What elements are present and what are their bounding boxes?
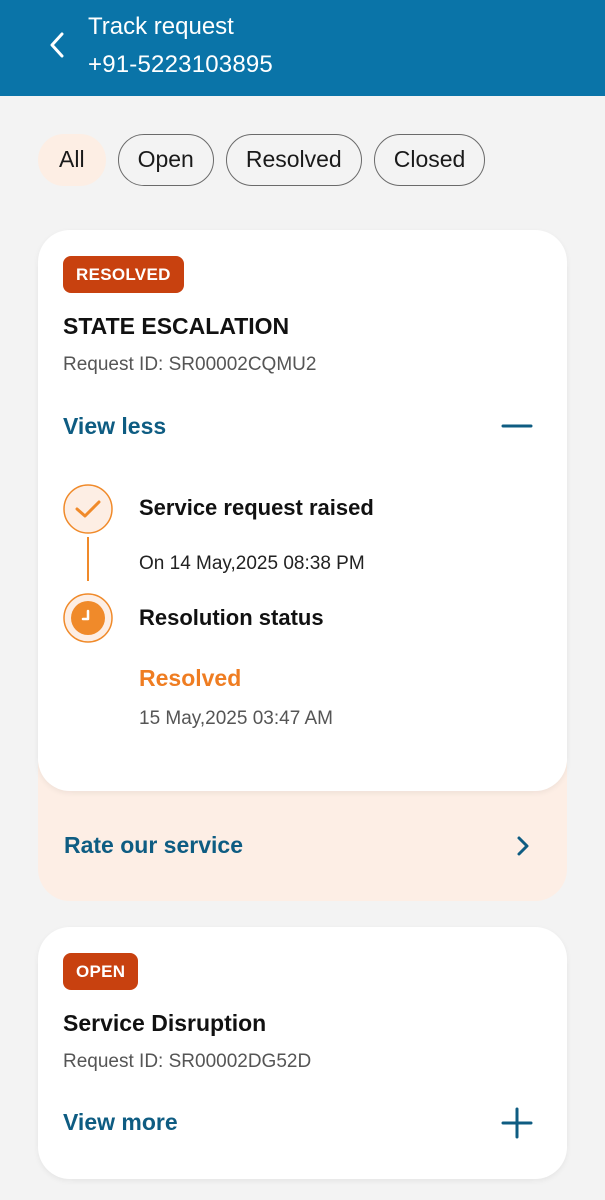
view-less-button[interactable]: View less <box>63 413 166 440</box>
resolution-date: 15 May,2025 03:47 AM <box>139 708 333 729</box>
chevron-right-icon <box>517 836 529 856</box>
clock-icon <box>63 593 113 643</box>
request-title: Service Disruption <box>63 1010 267 1036</box>
phone-number: +91-5223103895 <box>88 51 273 78</box>
back-button[interactable] <box>40 28 74 62</box>
request-title: STATE ESCALATION <box>63 313 290 339</box>
request-id: Request ID: SR00002DG52D <box>63 1051 312 1072</box>
check-circle-icon <box>63 484 113 534</box>
request-card: OPEN Service Disruption Request ID: SR00… <box>38 927 567 1179</box>
filter-chip-closed[interactable]: Closed <box>373 134 486 186</box>
filter-chip-open[interactable]: Open <box>117 134 214 186</box>
plus-icon[interactable] <box>501 1107 533 1139</box>
timeline-connector <box>87 537 89 581</box>
timeline-raised-date: On 14 May,2025 08:38 PM <box>139 553 365 574</box>
timeline-resolution-title: Resolution status <box>139 605 324 630</box>
page-title: Track request <box>88 13 234 40</box>
timeline-raised-title: Service request raised <box>139 495 374 520</box>
status-badge: RESOLVED <box>63 256 184 293</box>
view-more-button[interactable]: View more <box>63 1109 178 1136</box>
rate-service-label: Rate our service <box>64 832 243 858</box>
status-badge: OPEN <box>63 953 139 990</box>
resolution-status: Resolved <box>139 665 242 691</box>
minus-icon[interactable] <box>501 410 533 442</box>
request-card: RESOLVED STATE ESCALATION Request ID: SR… <box>38 230 567 791</box>
status-filter-bar: All Open Resolved Closed <box>38 134 486 186</box>
request-id: Request ID: SR00002CQMU2 <box>63 354 317 375</box>
chevron-left-icon <box>50 32 64 58</box>
filter-chip-resolved[interactable]: Resolved <box>225 134 362 186</box>
app-header: Track request +91-5223103895 <box>0 0 605 96</box>
filter-chip-all[interactable]: All <box>38 134 106 186</box>
